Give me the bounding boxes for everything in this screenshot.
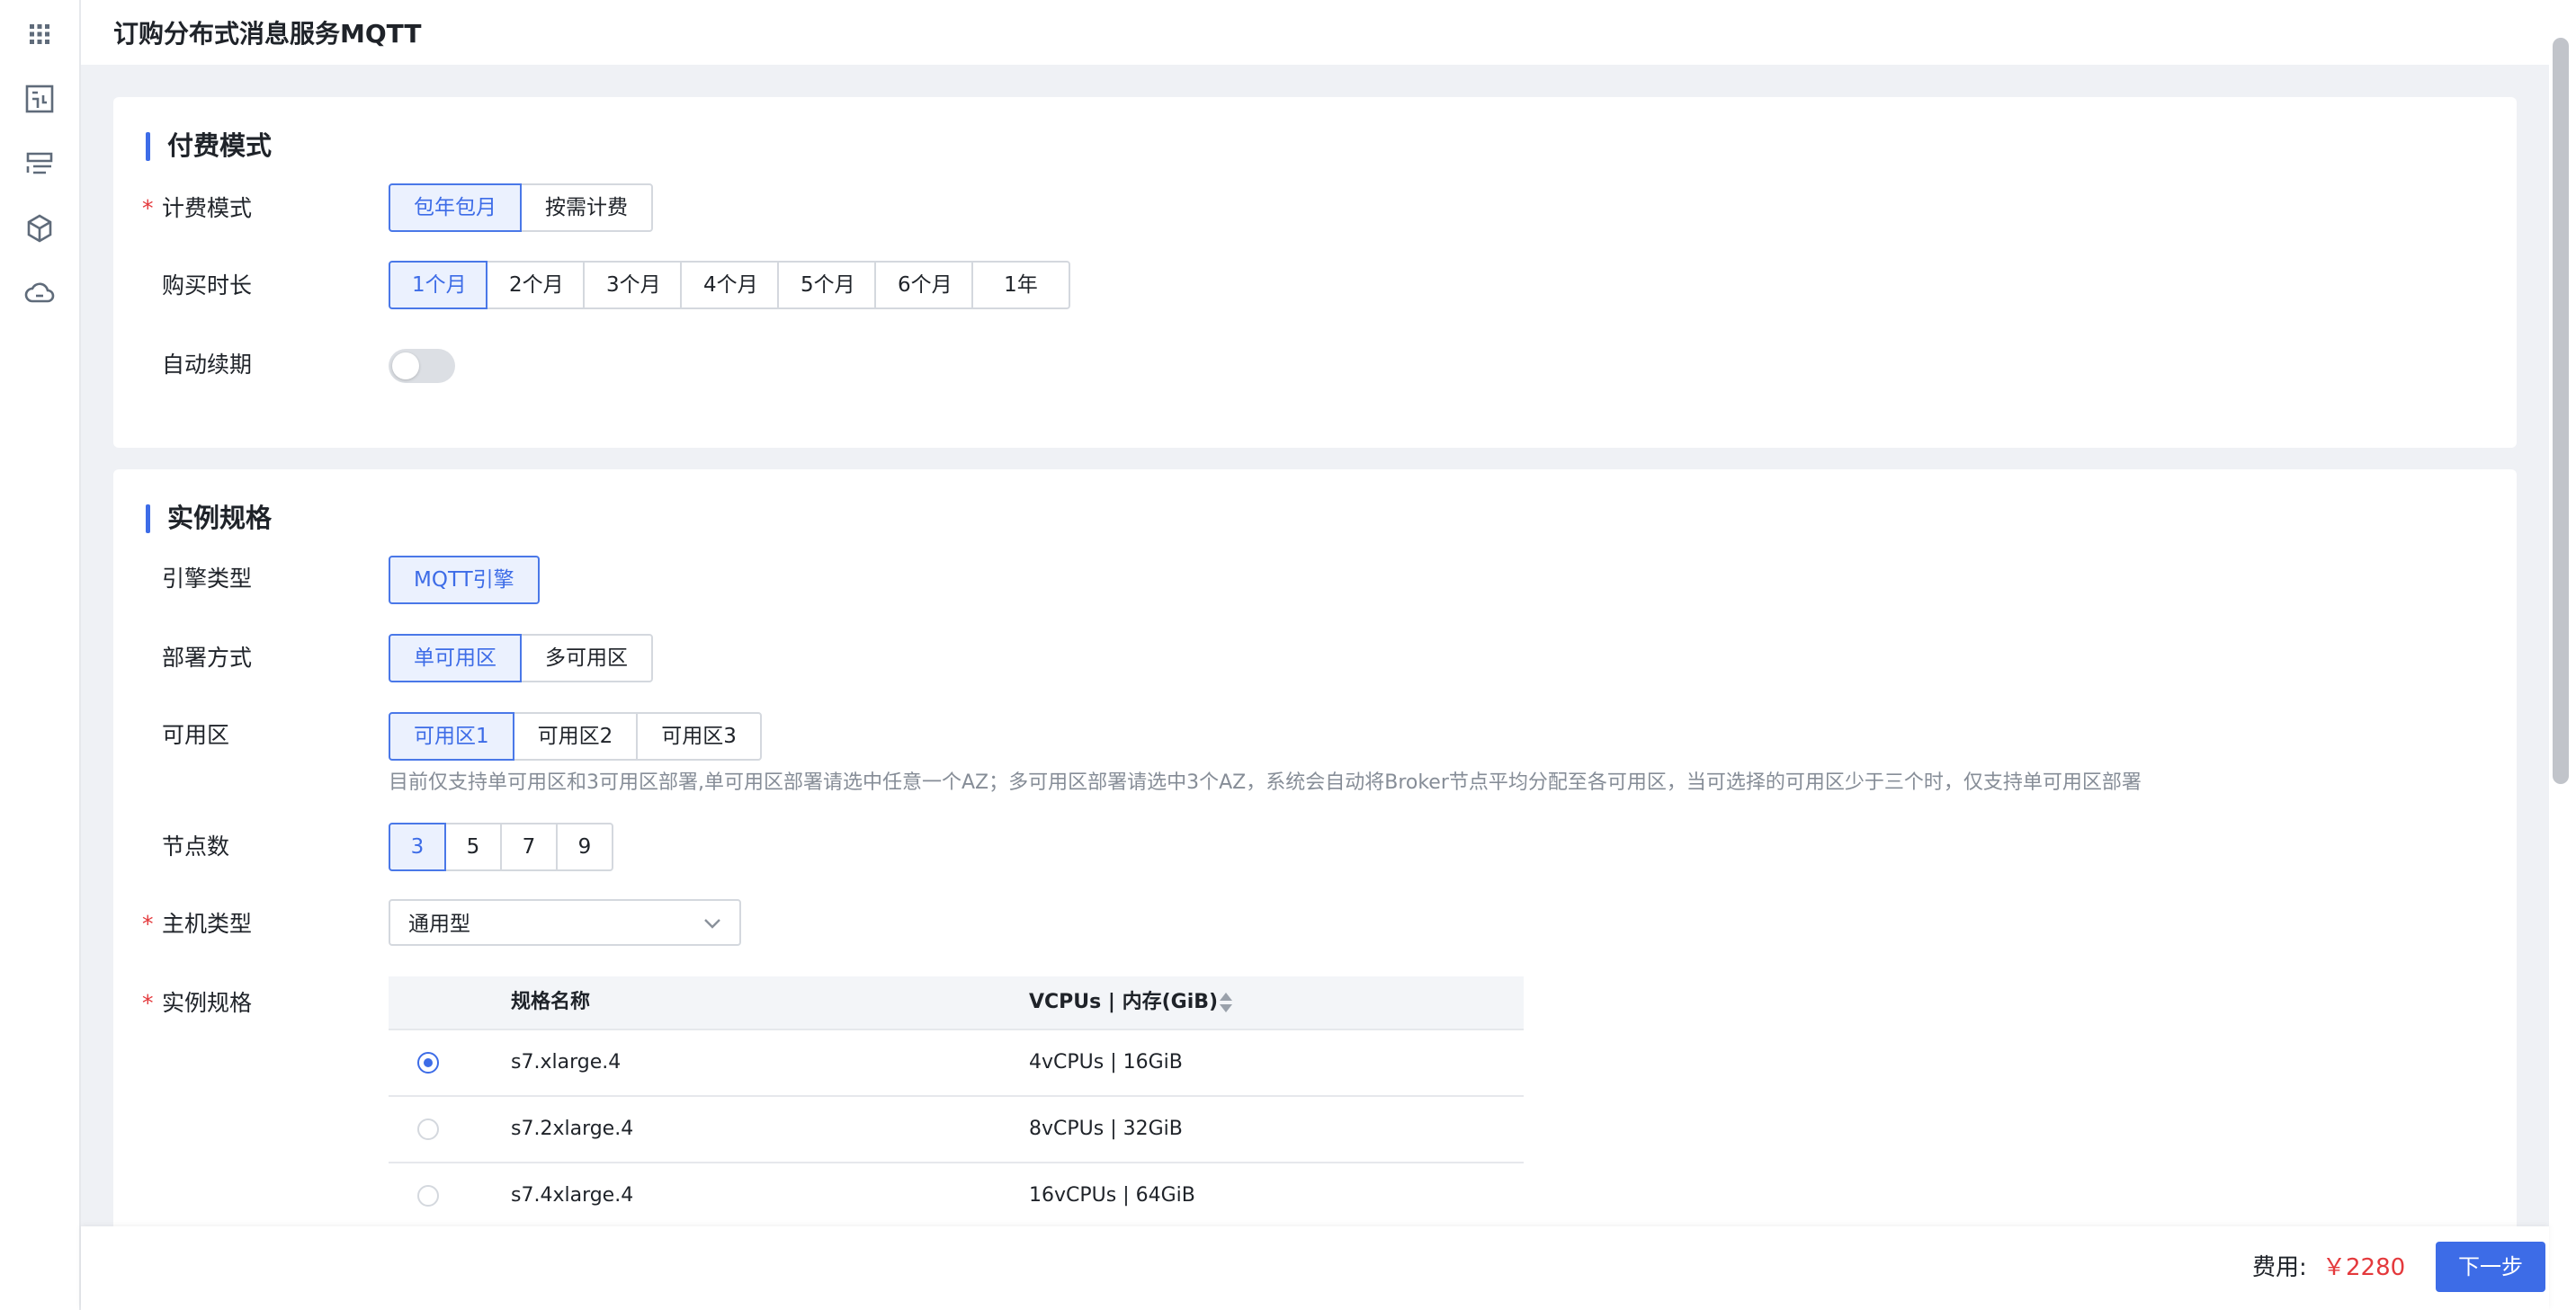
spec-vcpu-cell: 16vCPUs | 64GiB (1029, 1184, 1195, 1207)
next-button[interactable]: 下一步 (2436, 1242, 2545, 1292)
billing-mode-label: 计费模式 (162, 195, 253, 221)
fee-label: 费用: (2252, 1254, 2307, 1281)
duration-group: 1个月 2个月 3个月 4个月 5个月 6个月 1年 (389, 261, 1070, 309)
nodes-option-3[interactable]: 3 (389, 823, 446, 871)
nodes-option-7[interactable]: 7 (500, 823, 558, 871)
duration-option-1-month[interactable]: 1个月 (389, 261, 487, 309)
row-radio[interactable] (417, 1118, 439, 1140)
table-row[interactable]: s7.4xlarge.4 16vCPUs | 64GiB (389, 1163, 1524, 1230)
spec-section: 实例规格 引擎类型 MQTT引擎 部署方式 单可用区 多可用区 可用区 可用区1… (113, 469, 2517, 1279)
zone-option-1[interactable]: 可用区1 (389, 712, 514, 761)
engine-group: MQTT引擎 (389, 556, 540, 604)
nodes-group: 3 5 7 9 (389, 823, 613, 871)
left-nav-rail (0, 0, 81, 1310)
section-title-spec: 实例规格 (146, 502, 272, 534)
billing-mode-group: 包年包月 按需计费 (389, 183, 653, 232)
instance-spec-table: 规格名称 VCPUs | 内存(GiB) s7.xlarge.4 4vCPUs … (389, 976, 1524, 1230)
toggle-knob (392, 352, 419, 379)
duration-option-2-months[interactable]: 2个月 (486, 261, 585, 309)
table-row[interactable]: s7.2xlarge.4 8vCPUs | 32GiB (389, 1097, 1524, 1163)
zone-option-3[interactable]: 可用区3 (636, 712, 762, 761)
host-type-select[interactable]: 通用型 (389, 899, 741, 946)
page-header: 订购分布式消息服务MQTT (81, 0, 2549, 65)
duration-option-6-months[interactable]: 6个月 (874, 261, 973, 309)
duration-option-1-year[interactable]: 1年 (971, 261, 1070, 309)
zone-label: 可用区 (162, 722, 230, 748)
row-radio[interactable] (417, 1052, 439, 1074)
deploy-label: 部署方式 (162, 645, 253, 671)
billing-mode-option-yearly-monthly[interactable]: 包年包月 (389, 183, 522, 232)
cube-icon[interactable] (22, 210, 58, 246)
sort-icon[interactable] (1218, 991, 1234, 1014)
table-row[interactable]: s7.xlarge.4 4vCPUs | 16GiB (389, 1030, 1524, 1097)
required-mark: * (142, 911, 154, 937)
auto-renew-toggle[interactable] (389, 349, 455, 383)
instance-spec-label: 实例规格 (162, 990, 253, 1016)
fee-value: ￥2280 (2322, 1254, 2406, 1281)
spec-vcpu-cell: 4vCPUs | 16GiB (1029, 1051, 1183, 1074)
spec-name-cell: s7.4xlarge.4 (511, 1184, 634, 1207)
deploy-option-single-zone[interactable]: 单可用区 (389, 634, 522, 682)
spec-name-cell: s7.xlarge.4 (511, 1051, 622, 1074)
auto-renew-label: 自动续期 (162, 352, 253, 378)
spec-vcpu-cell: 8vCPUs | 32GiB (1029, 1118, 1183, 1140)
duration-option-5-months[interactable]: 5个月 (777, 261, 876, 309)
zone-option-2[interactable]: 可用区2 (512, 712, 639, 761)
deploy-option-multi-zone[interactable]: 多可用区 (520, 634, 653, 682)
duration-option-3-months[interactable]: 3个月 (583, 261, 682, 309)
cloud-icon[interactable] (22, 275, 58, 311)
zone-hint: 目前仅支持单可用区和3可用区部署,单可用区部署请选中任意一个AZ；多可用区部署请… (389, 771, 2142, 794)
zone-group: 可用区1 可用区2 可用区3 (389, 712, 762, 761)
spec-name-cell: s7.2xlarge.4 (511, 1118, 634, 1140)
order-footer: 费用: ￥2280 下一步 (81, 1226, 2549, 1310)
section-title-billing: 付费模式 (146, 129, 272, 162)
duration-option-4-months[interactable]: 4个月 (680, 261, 779, 309)
row-radio[interactable] (417, 1185, 439, 1207)
duration-label: 购买时长 (162, 272, 253, 299)
scrollbar-thumb[interactable] (2553, 38, 2569, 784)
deploy-group: 单可用区 多可用区 (389, 634, 653, 682)
column-header-spec-name: 规格名称 (511, 991, 591, 1013)
required-mark: * (142, 990, 154, 1016)
billing-mode-option-on-demand[interactable]: 按需计费 (520, 183, 653, 232)
required-mark: * (142, 195, 154, 221)
nodes-label: 节点数 (162, 833, 230, 860)
chevron-down-icon (704, 919, 720, 929)
engine-option-mqtt[interactable]: MQTT引擎 (389, 556, 540, 604)
engine-label: 引擎类型 (162, 566, 253, 592)
apps-grid-icon[interactable] (22, 16, 58, 52)
table-header: 规格名称 VCPUs | 内存(GiB) (389, 976, 1524, 1030)
dashboard-icon[interactable] (22, 81, 58, 117)
page-title: 订购分布式消息服务MQTT (113, 19, 422, 49)
nodes-option-9[interactable]: 9 (556, 823, 613, 871)
list-icon[interactable] (22, 146, 58, 182)
host-type-label: 主机类型 (162, 911, 253, 937)
billing-section: 付费模式 * 计费模式 包年包月 按需计费 购买时长 1个月 2个月 3个月 4… (113, 97, 2517, 448)
host-type-value: 通用型 (408, 913, 470, 936)
column-header-vcpu-memory[interactable]: VCPUs | 内存(GiB) (1029, 976, 1218, 1029)
nodes-option-5[interactable]: 5 (444, 823, 502, 871)
